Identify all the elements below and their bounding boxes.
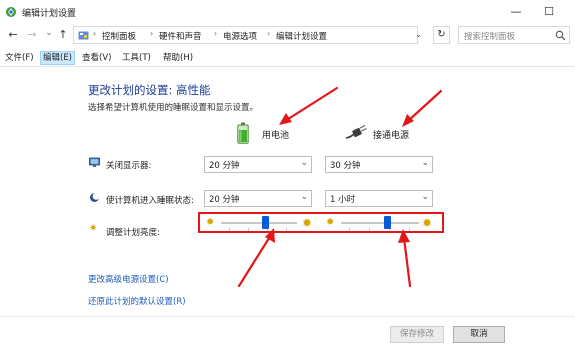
arrow-to-battery-slider [237,228,275,288]
arrow-to-plugged-label [402,89,443,127]
annotation-arrows [237,86,443,288]
arrow-to-battery-label [279,86,339,125]
arrow-to-plugged-slider [398,229,412,288]
